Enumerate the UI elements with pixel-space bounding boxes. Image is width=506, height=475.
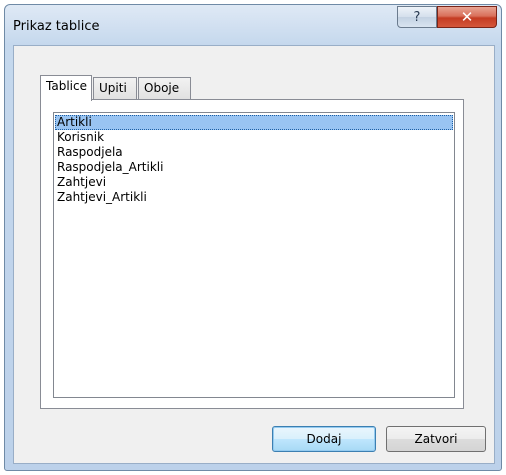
tab-label: Oboje bbox=[144, 81, 180, 95]
list-item-zahtjevi[interactable]: Zahtjevi bbox=[55, 175, 453, 190]
tab-upiti[interactable]: Upiti bbox=[93, 77, 137, 99]
list-item-zahtjevi-artikli[interactable]: Zahtjevi_Artikli bbox=[55, 190, 453, 205]
tab-panel: Artikli Korisnik Raspodjela Raspodjela_A… bbox=[40, 99, 464, 409]
list-item-raspodjela-artikli[interactable]: Raspodjela_Artikli bbox=[55, 160, 453, 175]
tab-tablice[interactable]: Tablice bbox=[40, 75, 92, 101]
table-list[interactable]: Artikli Korisnik Raspodjela Raspodjela_A… bbox=[53, 112, 455, 398]
dialog-body: Tablice Upiti Oboje Artikli Korisnik Ras… bbox=[13, 45, 495, 464]
help-button[interactable]: ? bbox=[397, 6, 437, 28]
tab-label: Tablice bbox=[46, 79, 87, 93]
close-window-button[interactable]: ✕ bbox=[437, 6, 497, 28]
title-bar[interactable]: Prikaz tablice ? ✕ bbox=[5, 5, 501, 45]
tab-label: Upiti bbox=[99, 81, 127, 95]
list-item-artikli[interactable]: Artikli bbox=[55, 115, 453, 130]
close-icon: ✕ bbox=[460, 8, 474, 26]
dialog-title: Prikaz tablice bbox=[13, 19, 100, 34]
dialog-window: Prikaz tablice ? ✕ Tablice Upiti Oboje A… bbox=[4, 4, 502, 471]
list-item-raspodjela[interactable]: Raspodjela bbox=[55, 145, 453, 160]
tab-oboje[interactable]: Oboje bbox=[138, 77, 191, 99]
close-button[interactable]: Zatvori bbox=[386, 426, 486, 452]
list-item-korisnik[interactable]: Korisnik bbox=[55, 130, 453, 145]
help-icon: ? bbox=[413, 9, 421, 25]
add-button[interactable]: Dodaj bbox=[272, 426, 376, 452]
